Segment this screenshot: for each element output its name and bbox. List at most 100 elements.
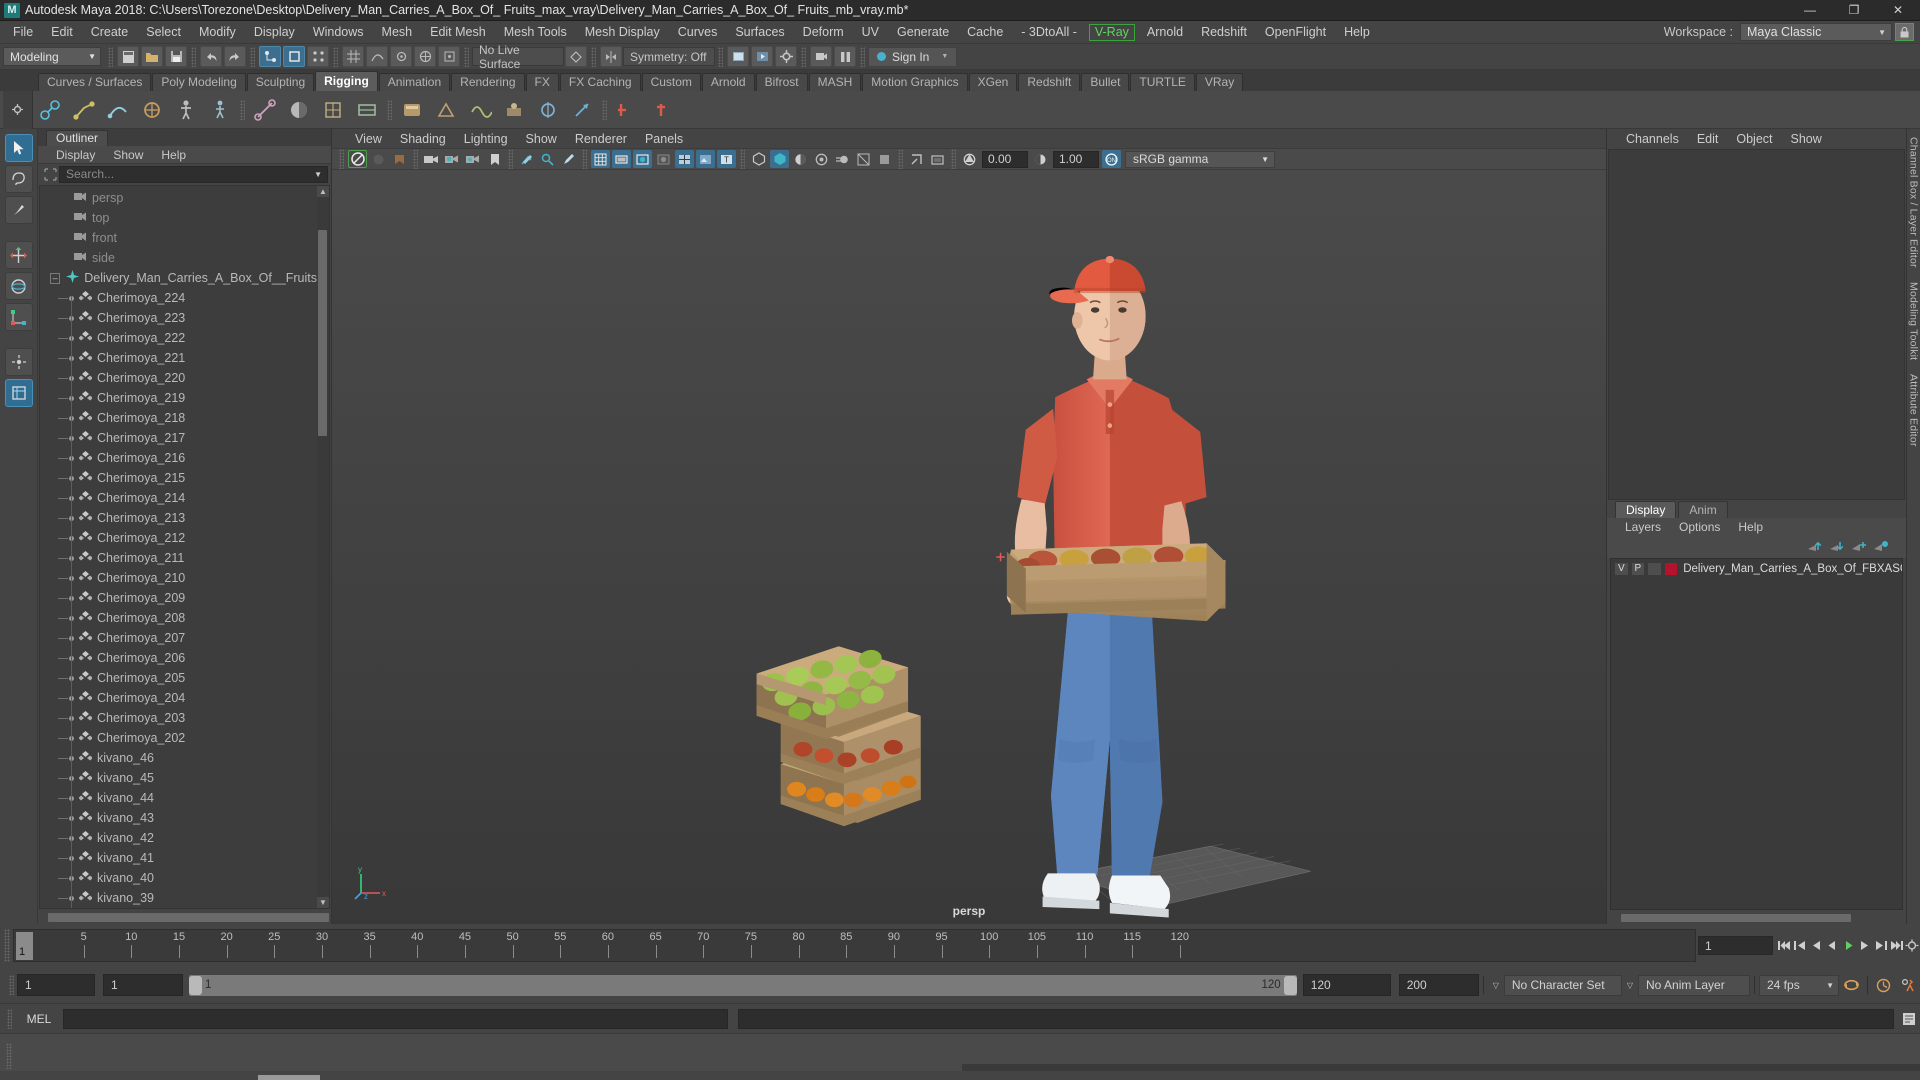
snap-to-point-button[interactable] <box>390 46 412 67</box>
outliner-item-Cherimoya_224[interactable]: Cherimoya_224 <box>40 288 317 308</box>
animation-end-field[interactable]: 200 <box>1398 974 1479 996</box>
auto-keyframe-button[interactable] <box>1872 977 1896 994</box>
range-end-handle[interactable] <box>1283 975 1297 995</box>
playback-speed-combo[interactable]: 24 fps ▼ <box>1759 974 1839 996</box>
shelf-tab-rigging[interactable]: Rigging <box>315 71 378 91</box>
workspace-lock-button[interactable] <box>1895 23 1914 41</box>
menu-select[interactable]: Select <box>137 21 190 44</box>
select-by-object-button[interactable] <box>283 46 305 67</box>
gamma-value-field[interactable]: 1.00 <box>1053 150 1099 168</box>
viewport-menu-renderer[interactable]: Renderer <box>566 132 636 146</box>
outliner-item-kivano_45[interactable]: kivano_45 <box>40 768 317 788</box>
viewport-3d[interactable]: y x z persp <box>332 170 1606 924</box>
time-slider[interactable]: 1 5 10 15 20 25 30 35 40 45 50 55 60 65 70 75 80 85 90 95 1… <box>13 929 1696 962</box>
search-input[interactable]: Search... ▼ <box>59 165 328 183</box>
isolate-select-icon[interactable] <box>907 150 926 168</box>
outliner-item-Cherimoya_208[interactable]: Cherimoya_208 <box>40 608 317 628</box>
exposure-value-field[interactable]: 0.00 <box>982 150 1028 168</box>
shelf-cluster-icon[interactable] <box>431 95 461 125</box>
layer-color-swatch[interactable] <box>1663 561 1679 576</box>
open-scene-button[interactable] <box>141 46 163 67</box>
outliner-item-Cherimoya_219[interactable]: Cherimoya_219 <box>40 388 317 408</box>
outliner-item-Cherimoya_216[interactable]: Cherimoya_216 <box>40 448 317 468</box>
character-set-caret-icon[interactable]: ▽ <box>1493 981 1499 990</box>
outliner-item-kivano_40[interactable]: kivano_40 <box>40 868 317 888</box>
outliner-item-persp[interactable]: persp <box>40 188 317 208</box>
shelf-tab-animation[interactable]: Animation <box>378 73 451 91</box>
new-scene-button[interactable] <box>117 46 139 67</box>
select-camera-icon[interactable] <box>348 150 367 168</box>
lock-camera-icon[interactable] <box>369 150 388 168</box>
shelf-lattice-icon[interactable] <box>318 95 348 125</box>
paint-select-tool[interactable] <box>4 196 33 224</box>
lasso-tool[interactable] <box>4 165 33 193</box>
viewport-menu-lighting[interactable]: Lighting <box>455 132 517 146</box>
viewport-menu-view[interactable]: View <box>346 132 391 146</box>
outliner-item-Cherimoya_217[interactable]: Cherimoya_217 <box>40 428 317 448</box>
animation-preferences-button[interactable] <box>1904 937 1920 954</box>
menu-generate[interactable]: Generate <box>888 21 958 44</box>
outliner-item-kivano_46[interactable]: kivano_46 <box>40 748 317 768</box>
shelf-blendshape-icon[interactable] <box>397 95 427 125</box>
color-space-combo[interactable]: sRGB gamma ▼ <box>1125 150 1275 168</box>
sidetab-modeling-toolkit[interactable]: Modeling Toolkit <box>1908 282 1920 360</box>
camera-attributes-icon[interactable] <box>422 150 441 168</box>
smooth-shade-selected-icon[interactable] <box>633 150 652 168</box>
play-backwards-button[interactable] <box>1824 937 1840 954</box>
outliner-item-Cherimoya_210[interactable]: Cherimoya_210 <box>40 568 317 588</box>
shelf-tab-mash[interactable]: MASH <box>808 73 862 91</box>
range-slider-bar[interactable]: 1 120 <box>189 974 1297 996</box>
camera-settings-icon[interactable] <box>464 150 483 168</box>
menu-vray[interactable]: V-Ray <box>1088 23 1135 41</box>
close-button[interactable]: ✕ <box>1876 0 1920 21</box>
menu-surfaces[interactable]: Surfaces <box>726 21 793 44</box>
create-layer-icon[interactable] <box>1848 538 1870 556</box>
outliner-item-kivano_44[interactable]: kivano_44 <box>40 788 317 808</box>
maximize-button[interactable]: ❐ <box>1832 0 1876 21</box>
menu-mesh[interactable]: Mesh <box>373 21 422 44</box>
snap-to-curve-button[interactable] <box>366 46 388 67</box>
menu-cache[interactable]: Cache <box>958 21 1012 44</box>
shelf-tab-arnold[interactable]: Arnold <box>701 73 755 91</box>
menu-3dtoall[interactable]: - 3DtoAll - <box>1012 21 1086 44</box>
show-manipulator-tool[interactable] <box>4 348 33 376</box>
expand-collapse-icon[interactable]: – <box>50 272 61 284</box>
outliner-item-kivano_43[interactable]: kivano_43 <box>40 808 317 828</box>
shelf-smooth-bind-icon[interactable] <box>250 95 280 125</box>
range-end-field[interactable]: 120 <box>1302 974 1391 996</box>
toolbar-grip[interactable] <box>718 46 723 67</box>
wireframe-on-shaded-icon[interactable] <box>675 150 694 168</box>
help-line-grip[interactable] <box>6 1042 12 1069</box>
outliner-item-front[interactable]: front <box>40 228 317 248</box>
move-layer-up-icon[interactable] <box>1804 538 1826 556</box>
shelf-tab-turtle[interactable]: TURTLE <box>1130 73 1195 91</box>
menu-redshift[interactable]: Redshift <box>1192 21 1256 44</box>
xray-mode-icon[interactable] <box>928 150 947 168</box>
minimize-button[interactable]: — <box>1788 0 1832 21</box>
layer-tab-display[interactable]: Display <box>1615 500 1677 518</box>
play-forwards-button[interactable] <box>1840 937 1856 954</box>
redo-button[interactable] <box>224 46 246 67</box>
outliner-tree-wrapper[interactable]: persp top front side – Delivery_Man_Carries_A… <box>39 185 330 909</box>
current-frame-field[interactable]: 1 <box>1698 936 1773 955</box>
make-live-button[interactable] <box>565 46 587 67</box>
move-tool[interactable] <box>4 241 33 269</box>
sidetab-attribute-editor[interactable]: Attribute Editor <box>1908 374 1920 447</box>
menu-deform[interactable]: Deform <box>794 21 853 44</box>
toolbar-grip[interactable] <box>464 46 469 67</box>
character-set-combo[interactable]: No Character Set <box>1503 974 1622 996</box>
toolbar-grip[interactable] <box>108 46 113 67</box>
outliner-item-Cherimoya_213[interactable]: Cherimoya_213 <box>40 508 317 528</box>
layer-type-cell[interactable] <box>1647 561 1662 576</box>
shelf-tab-fx-caching[interactable]: FX Caching <box>559 73 641 91</box>
two-d-pan-zoom-icon[interactable] <box>538 150 557 168</box>
outliner-item-Cherimoya_207[interactable]: Cherimoya_207 <box>40 628 317 648</box>
outliner-tab[interactable]: Outliner <box>46 130 109 146</box>
layer-tab-anim[interactable]: Anim <box>1678 500 1728 518</box>
playblast-button[interactable] <box>810 46 832 67</box>
shelf-create-joint-icon[interactable] <box>35 95 65 125</box>
channel-box-content[interactable] <box>1608 149 1905 500</box>
image-plane-icon[interactable] <box>517 150 536 168</box>
create-layer-from-selected-icon[interactable] <box>1870 538 1892 556</box>
outliner-menu-show[interactable]: Show <box>104 148 152 162</box>
